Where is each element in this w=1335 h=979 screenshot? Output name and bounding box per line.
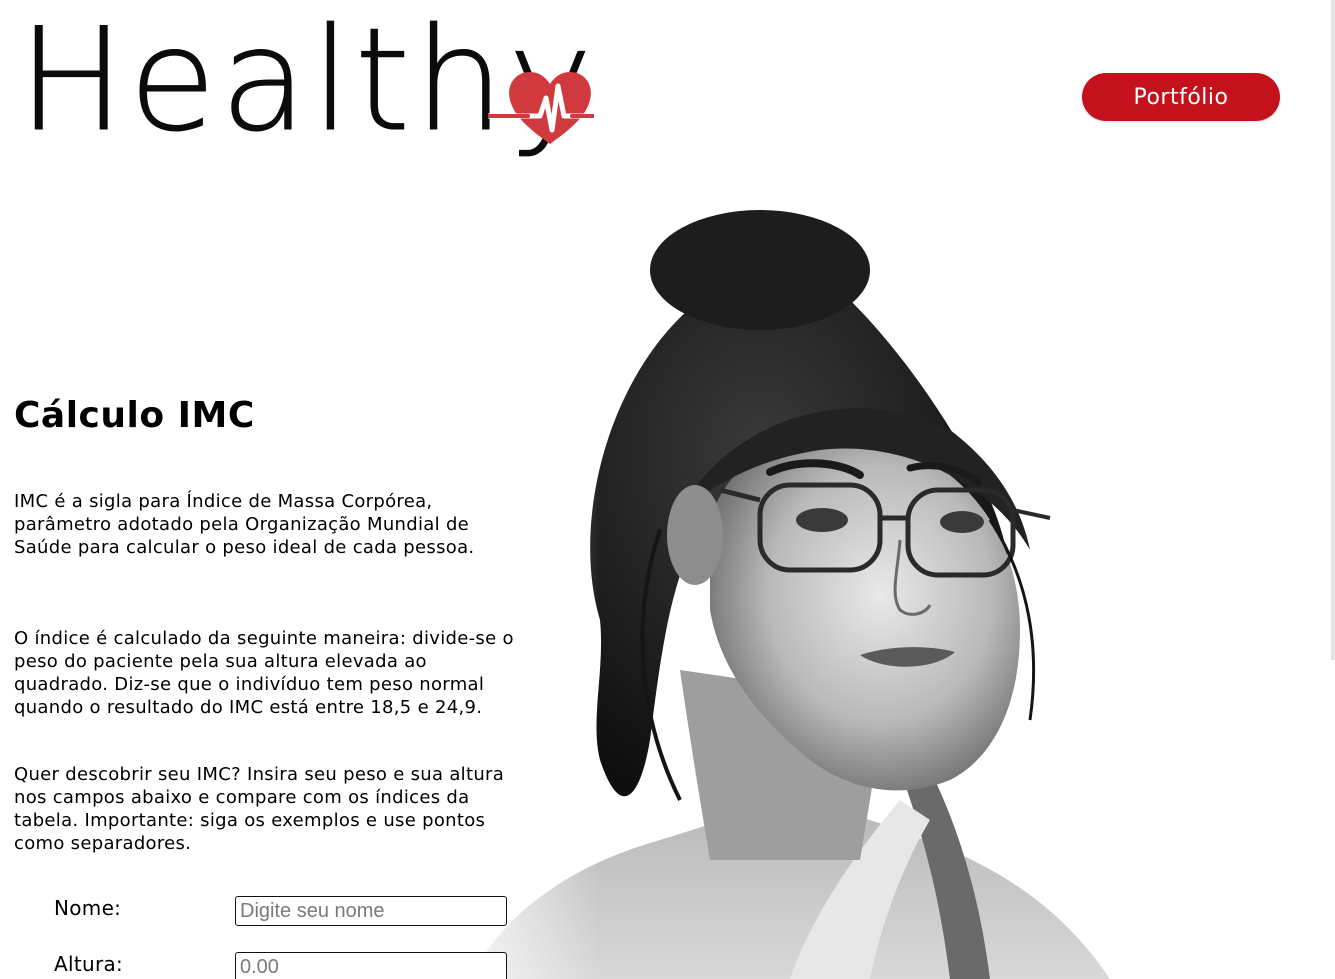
nome-input[interactable]: [235, 896, 507, 926]
formula-paragraph: O índice é calculado da seguinte maneira…: [14, 628, 514, 718]
nome-label: Nome:: [54, 896, 122, 920]
altura-label: Altura:: [54, 952, 124, 976]
page-title: Cálculo IMC: [14, 395, 255, 436]
heartbeat-heart-icon: [488, 72, 594, 144]
hero-portrait-image: [430, 200, 1110, 979]
imc-info-section: Cálculo IMC IMC é a sigla para Índice de…: [14, 390, 524, 979]
portfolio-button[interactable]: Portfólio: [1082, 73, 1280, 121]
instructions-paragraph: Quer descobrir seu IMC? Insira seu peso …: [14, 764, 505, 854]
intro-paragraph: IMC é a sigla para Índice de Massa Corpó…: [14, 491, 475, 558]
nome-row: Nome:: [54, 896, 507, 926]
altura-row: Altura:: [54, 952, 507, 979]
scrollbar[interactable]: [1331, 0, 1335, 660]
page: Healthy Portfólio Cálculo IMC IMC é a si…: [0, 0, 1335, 979]
altura-input[interactable]: [235, 952, 507, 979]
